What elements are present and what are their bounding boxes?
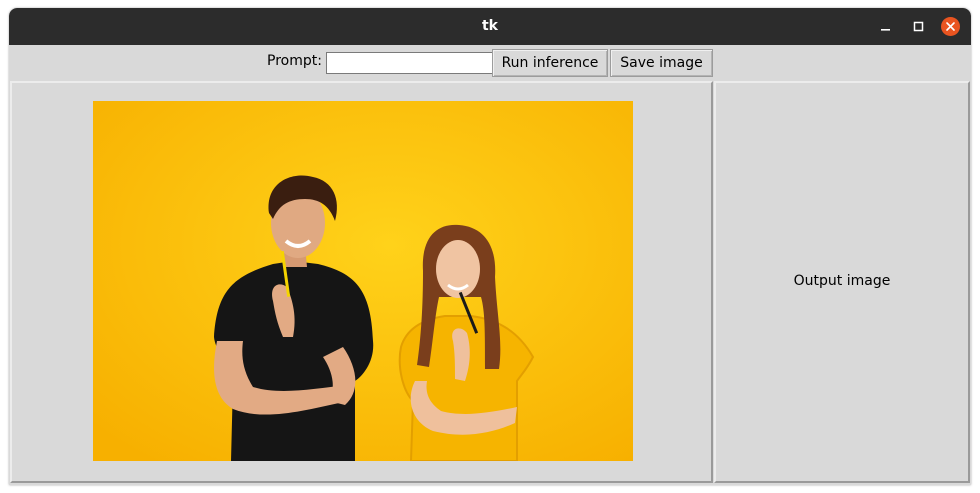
window-title: tk <box>481 18 498 34</box>
maximize-icon[interactable] <box>908 16 929 37</box>
toolbar: Prompt: Run inference Save image <box>9 45 971 80</box>
input-image-panel <box>10 81 713 483</box>
output-image-placeholder: Output image <box>793 273 891 289</box>
close-icon[interactable] <box>940 16 961 37</box>
run-inference-button[interactable]: Run inference <box>492 49 608 77</box>
minimize-icon[interactable] <box>875 16 896 37</box>
output-image-panel: Output image <box>714 81 970 483</box>
title-bar[interactable]: tk <box>9 8 971 45</box>
prompt-input[interactable] <box>326 52 497 74</box>
app-window: tk Prompt: Run inference Save image Outp… <box>9 8 971 485</box>
input-photo <box>93 101 633 461</box>
prompt-label: Prompt: <box>267 53 322 69</box>
save-image-button[interactable]: Save image <box>610 49 713 77</box>
